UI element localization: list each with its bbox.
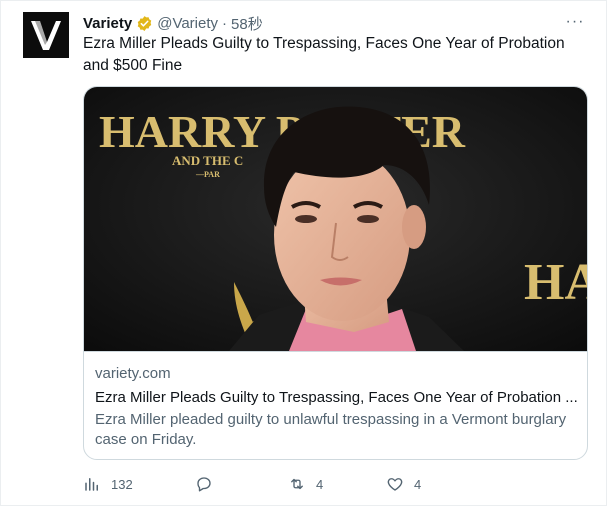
variety-logo-icon bbox=[23, 12, 69, 58]
more-options-icon[interactable]: ··· bbox=[564, 11, 586, 33]
card-domain: variety.com bbox=[95, 365, 171, 382]
heart-icon bbox=[386, 475, 404, 493]
reply-icon bbox=[195, 475, 213, 493]
backdrop-part-text: —PAR bbox=[195, 170, 220, 179]
tweet-text: Ezra Miller Pleads Guilty to Trespassing… bbox=[83, 35, 565, 74]
link-card[interactable]: HARRY POTTER AND THE C —PAR HA bbox=[83, 86, 588, 460]
like-count: 4 bbox=[414, 476, 422, 492]
card-title: Ezra Miller Pleads Guilty to Trespassing… bbox=[95, 389, 578, 406]
tweet-actions: 132 4 4 bbox=[83, 473, 503, 495]
timestamp[interactable]: 58秒 bbox=[231, 13, 263, 34]
backdrop-right-text: HA bbox=[524, 254, 588, 311]
separator-dot: · bbox=[222, 14, 228, 32]
like-button[interactable]: 4 bbox=[386, 473, 421, 495]
retweet-button[interactable]: 4 bbox=[288, 473, 323, 495]
avatar[interactable] bbox=[23, 12, 69, 58]
reply-button[interactable] bbox=[195, 473, 223, 495]
retweet-icon bbox=[288, 475, 306, 493]
card-description: Ezra Miller pleaded guilty to unlawful t… bbox=[95, 411, 567, 448]
verified-badge-icon bbox=[136, 15, 153, 32]
tweet-header: Variety @Variety · 58秒 ··· bbox=[83, 13, 586, 33]
card-body[interactable]: variety.com Ezra Miller Pleads Guilty to… bbox=[84, 351, 587, 459]
handle[interactable]: @Variety bbox=[157, 15, 218, 32]
views-button[interactable]: 132 bbox=[83, 473, 133, 495]
card-image[interactable]: HARRY POTTER AND THE C —PAR HA bbox=[84, 87, 588, 351]
retweet-count: 4 bbox=[316, 476, 324, 492]
views-count: 132 bbox=[111, 476, 133, 492]
tweet[interactable]: Variety @Variety · 58秒 ··· Ezra Miller P… bbox=[0, 0, 607, 506]
display-name[interactable]: Variety bbox=[83, 15, 132, 32]
analytics-icon bbox=[83, 475, 101, 493]
backdrop-subtitle-text: AND THE C bbox=[172, 153, 243, 168]
